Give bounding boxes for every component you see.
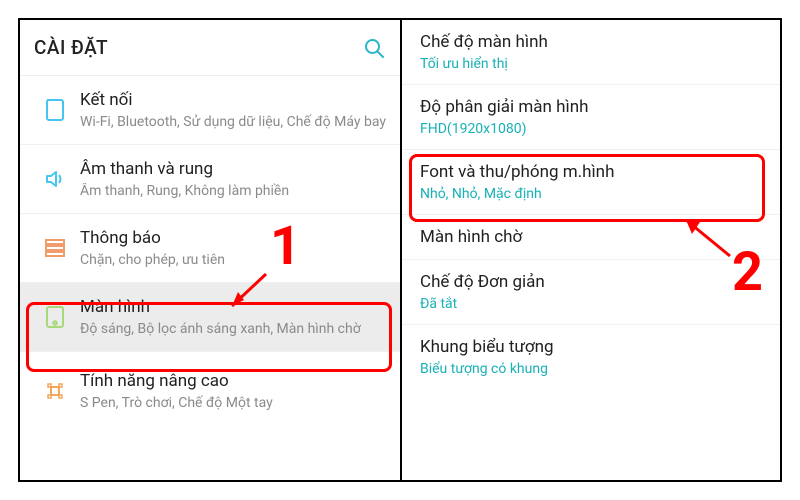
item-title: Chế độ Đơn giản — [420, 272, 762, 292]
settings-item-display[interactable]: Màn hình Độ sáng, Bộ lọc ánh sáng xanh, … — [20, 283, 400, 352]
item-subtitle: Âm thanh, Rung, Không làm phiền — [80, 183, 386, 199]
item-title: Tính năng nâng cao — [80, 371, 386, 391]
display-item-screen-mode[interactable]: Chế độ màn hình Tối ưu hiển thị — [402, 20, 780, 85]
settings-main-panel: CÀI ĐẶT Kết nối Wi-Fi, Bluetooth — [20, 20, 400, 480]
display-icon — [34, 303, 76, 331]
settings-header: CÀI ĐẶT — [20, 20, 400, 76]
settings-item-connections[interactable]: Kết nối Wi-Fi, Bluetooth, Sử dụng dữ liệ… — [20, 76, 400, 145]
settings-item-advanced[interactable]: Tính năng nâng cao S Pen, Trò chơi, Chế … — [20, 352, 400, 416]
item-title: Màn hình chờ — [420, 227, 762, 247]
item-title: Khung biểu tượng — [420, 337, 762, 357]
item-subtitle: Wi-Fi, Bluetooth, Sử dụng dữ liệu, Chế đ… — [80, 114, 386, 130]
connections-icon — [34, 96, 76, 124]
display-item-icon-frames[interactable]: Khung biểu tượng Biểu tượng có khung — [402, 325, 780, 389]
item-subtitle: Chặn, cho phép, ưu tiên — [80, 252, 386, 268]
item-subtitle: Biểu tượng có khung — [420, 361, 762, 377]
display-item-resolution[interactable]: Độ phân giải màn hình FHD(1920x1080) — [402, 85, 780, 150]
item-subtitle: Nhỏ, Nhỏ, Mặc định — [420, 186, 762, 202]
sound-icon — [34, 165, 76, 193]
display-item-font-zoom[interactable]: Font và thu/phóng m.hình Nhỏ, Nhỏ, Mặc đ… — [402, 150, 780, 215]
item-subtitle: Đã tắt — [420, 296, 762, 312]
page-title: CÀI ĐẶT — [34, 36, 362, 59]
item-subtitle: S Pen, Trò chơi, Chế độ Một tay — [80, 395, 386, 411]
notifications-icon — [34, 234, 76, 262]
settings-item-sound[interactable]: Âm thanh và rung Âm thanh, Rung, Không l… — [20, 145, 400, 214]
search-icon[interactable] — [362, 36, 386, 60]
item-title: Font và thu/phóng m.hình — [420, 162, 762, 182]
item-subtitle: Độ sáng, Bộ lọc ánh sáng xanh, Màn hình … — [80, 321, 386, 337]
item-title: Độ phân giải màn hình — [420, 97, 762, 117]
item-title: Thông báo — [80, 228, 386, 248]
item-title: Màn hình — [80, 297, 386, 317]
settings-list: Kết nối Wi-Fi, Bluetooth, Sử dụng dữ liệ… — [20, 76, 400, 416]
item-title: Chế độ màn hình — [420, 32, 762, 52]
screenshot-frame: CÀI ĐẶT Kết nối Wi-Fi, Bluetooth — [18, 18, 782, 482]
display-item-easy-mode[interactable]: Chế độ Đơn giản Đã tắt — [402, 260, 780, 325]
settings-item-notifications[interactable]: Thông báo Chặn, cho phép, ưu tiên — [20, 214, 400, 283]
item-title: Kết nối — [80, 90, 386, 110]
display-settings-panel: Chế độ màn hình Tối ưu hiển thị Độ phân … — [400, 20, 780, 480]
item-title: Âm thanh và rung — [80, 159, 386, 179]
advanced-icon — [34, 377, 76, 405]
item-subtitle: FHD(1920x1080) — [420, 121, 762, 137]
item-subtitle: Tối ưu hiển thị — [420, 56, 762, 72]
display-item-screensaver[interactable]: Màn hình chờ — [402, 215, 780, 260]
